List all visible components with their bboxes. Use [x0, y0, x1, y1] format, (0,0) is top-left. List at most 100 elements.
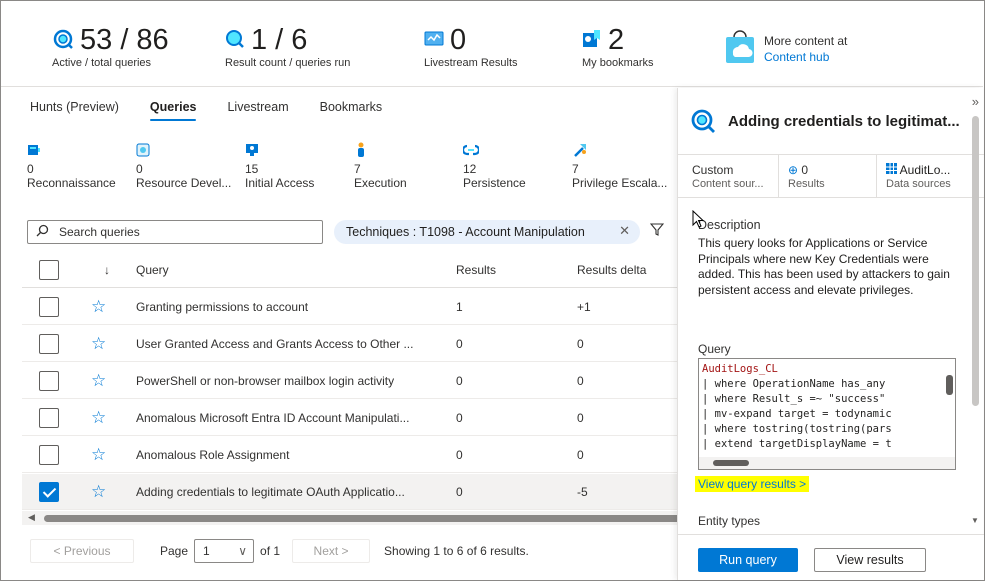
row-query-name: Anomalous Role Assignment [136, 448, 290, 462]
row-results-delta: 0 [577, 337, 584, 351]
chevron-down-icon: ∨ [238, 544, 248, 558]
description-heading: Description [698, 218, 761, 232]
row-results-delta: +1 [577, 300, 591, 314]
scroll-left-icon[interactable]: ◀ [28, 512, 35, 523]
meta-value: Custom [692, 163, 734, 177]
tactic-privilege-escalation[interactable]: 7 Privilege Escala... [572, 142, 667, 191]
stat-label: Active / total queries [52, 57, 152, 69]
column-header-results-delta[interactable]: Results delta [577, 263, 646, 277]
scrollbar-thumb[interactable] [44, 515, 684, 522]
filter-icon[interactable] [649, 222, 665, 239]
code-line: | where Result_s =~ "success" [702, 393, 886, 405]
panel-title: Adding credentials to legitimat... [728, 113, 960, 130]
bookmark-icon [582, 29, 602, 52]
run-query-button[interactable]: Run query [698, 548, 798, 572]
query-heading: Query [698, 342, 731, 356]
tactic-reconnaissance[interactable]: 0 Reconnaissance [27, 142, 116, 191]
tab-livestream[interactable]: Livestream [227, 100, 288, 121]
search-input[interactable] [57, 224, 297, 240]
tab-hunts[interactable]: Hunts (Preview) [30, 100, 119, 121]
panel-vertical-scrollbar[interactable]: ▲ ▼ [971, 108, 979, 528]
stat-value: 53 / 86 [80, 24, 169, 56]
row-checkbox[interactable] [39, 408, 59, 428]
row-checkbox[interactable] [39, 445, 59, 465]
star-icon[interactable]: ☆ [91, 334, 106, 354]
tactic-name: Initial Access [245, 176, 315, 190]
query-code-editor[interactable]: AuditLogs_CL | where OperationName has_a… [698, 358, 956, 470]
tactic-name: Persistence [463, 176, 526, 190]
tactic-name: Resource Devel... [136, 176, 232, 190]
tactic-initial-access[interactable]: 15 Initial Access [245, 142, 314, 191]
next-page-button[interactable]: Next > [292, 539, 371, 563]
query-details-panel: » Adding credentials to legitimat... Cus… [677, 88, 984, 580]
row-results-delta: 0 [577, 411, 584, 425]
table-row[interactable]: ☆ Granting permissions to account 1 +1 [22, 289, 678, 325]
table-row[interactable]: ☆ Anomalous Microsoft Entra ID Account M… [22, 400, 678, 436]
code-horizontal-scrollbar[interactable] [699, 457, 955, 469]
close-icon[interactable]: ✕ [619, 223, 630, 239]
tab-bookmarks[interactable]: Bookmarks [320, 100, 383, 121]
table-row-selected[interactable]: ☆ Adding credentials to legitimate OAuth… [22, 474, 678, 510]
horizontal-scrollbar[interactable]: ◀ [22, 511, 684, 525]
privilege-escalation-icon [572, 142, 588, 161]
row-checkbox[interactable] [39, 297, 59, 317]
code-line: | where tostring(tostring(pars [702, 423, 892, 435]
scrollbar-thumb[interactable] [713, 460, 749, 466]
star-icon[interactable]: ☆ [91, 297, 106, 317]
row-query-name: Adding credentials to legitimate OAuth A… [136, 485, 405, 499]
search-icon [36, 224, 49, 240]
tactic-name: Privilege Escala... [572, 176, 668, 190]
code-vertical-scrollbar[interactable] [945, 361, 954, 453]
star-icon[interactable]: ☆ [91, 408, 106, 428]
scroll-down-icon[interactable]: ▼ [971, 516, 979, 525]
initial-access-icon [245, 143, 259, 160]
stat-bookmarks: 2 My bookmarks [582, 25, 654, 69]
scrollbar-thumb[interactable] [946, 375, 953, 395]
persistence-icon [461, 143, 481, 160]
row-results-delta: -5 [577, 485, 588, 499]
tab-bar: Hunts (Preview) Queries Livestream Bookm… [30, 100, 413, 121]
meta-content-source: Custom Content sour... [692, 163, 764, 191]
collapse-panel-icon[interactable]: » [972, 94, 979, 109]
tactic-persistence[interactable]: 12 Persistence [461, 142, 526, 191]
row-checkbox[interactable] [39, 371, 59, 391]
results-icon: ⊕ [788, 163, 799, 177]
scrollbar-thumb[interactable] [972, 116, 979, 406]
meta-value[interactable]: AuditLo... [900, 163, 951, 177]
row-results: 0 [456, 448, 463, 462]
meta-results: ⊕ 0 Results [778, 155, 825, 197]
filter-pill-label: Techniques : T1098 - Account Manipulatio… [346, 225, 585, 239]
row-query-name: PowerShell or non-browser mailbox login … [136, 374, 395, 388]
column-header-results[interactable]: Results [456, 263, 496, 277]
meta-label: Results [788, 178, 825, 190]
previous-page-button[interactable]: < Previous [30, 539, 134, 563]
pagination: < Previous Page 1 ∨ of 1 Next > Showing … [30, 539, 529, 563]
tactic-resource-development[interactable]: 0 Resource Devel... [136, 142, 231, 191]
meta-value: 0 [801, 163, 809, 177]
description-text: This query looks for Applications or Ser… [698, 236, 950, 297]
table-row[interactable]: ☆ PowerShell or non-browser mailbox logi… [22, 363, 678, 399]
content-hub-link[interactable]: Content hub [764, 49, 847, 65]
code-line: AuditLogs_CL [702, 363, 778, 375]
row-results: 0 [456, 337, 463, 351]
row-results: 0 [456, 411, 463, 425]
star-icon[interactable]: ☆ [91, 445, 106, 465]
star-icon[interactable]: ☆ [91, 482, 106, 502]
filter-pill-techniques[interactable]: Techniques : T1098 - Account Manipulatio… [334, 220, 640, 244]
view-query-results-link[interactable]: View query results > [695, 476, 810, 492]
star-icon[interactable]: ☆ [91, 371, 106, 391]
page-of-label: of 1 [260, 544, 281, 558]
table-row[interactable]: ☆ Anomalous Role Assignment 0 0 [22, 437, 678, 473]
tactic-execution[interactable]: 7 Execution [354, 142, 407, 191]
row-checkbox-checked[interactable] [39, 482, 59, 502]
tactic-name: Reconnaissance [27, 176, 116, 190]
column-header-query[interactable]: Query [136, 263, 169, 277]
reconnaissance-icon [27, 143, 41, 160]
sort-arrow-icon[interactable]: ↓ [104, 263, 110, 277]
tab-queries[interactable]: Queries [149, 100, 196, 121]
page-select[interactable]: 1 ∨ [194, 539, 255, 563]
select-all-checkbox[interactable] [39, 260, 59, 280]
row-checkbox[interactable] [39, 334, 59, 354]
view-results-button[interactable]: View results [814, 548, 926, 572]
table-row[interactable]: ☆ User Granted Access and Grants Access … [22, 326, 678, 362]
